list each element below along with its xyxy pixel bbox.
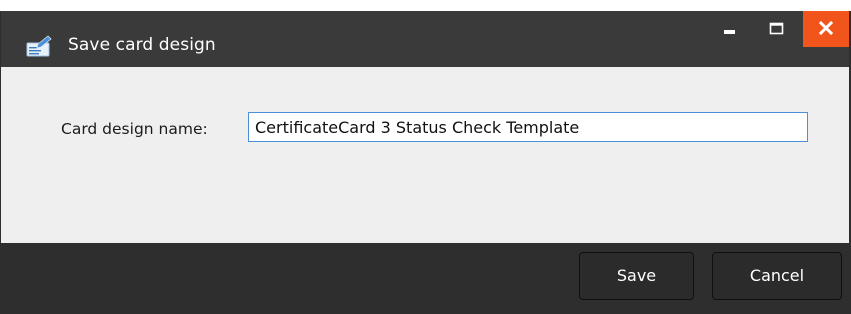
minimize-button[interactable] [709, 11, 751, 47]
dialog-footer: Save Cancel [1, 243, 849, 314]
window-title: Save card design [68, 35, 216, 55]
maximize-button[interactable] [756, 11, 798, 47]
dialog-content: Card design name: [1, 67, 849, 243]
title-bar[interactable]: Save card design [1, 11, 849, 67]
minimize-icon [724, 30, 735, 34]
card-design-name-input[interactable] [248, 112, 808, 142]
close-button[interactable] [803, 11, 849, 47]
save-card-design-dialog: Save card design Card design name: Save … [0, 11, 851, 314]
card-design-name-label: Card design name: [61, 120, 208, 138]
save-button[interactable]: Save [579, 252, 694, 300]
close-icon [818, 20, 834, 36]
card-design-icon [24, 34, 54, 58]
maximize-icon [769, 22, 784, 35]
cancel-button[interactable]: Cancel [712, 252, 842, 300]
